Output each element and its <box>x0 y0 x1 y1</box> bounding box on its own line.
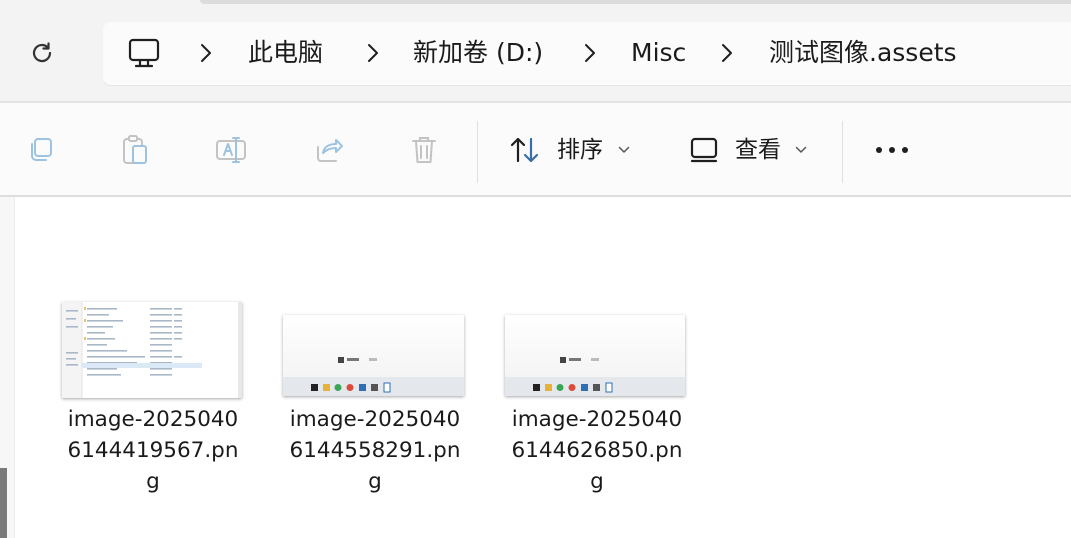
copy-icon <box>31 138 52 161</box>
toolbar-separator <box>842 121 843 183</box>
computer-icon[interactable] <box>127 36 161 70</box>
command-bar: 排序 查看 <box>0 103 1071 195</box>
file-name[interactable]: image-2025040 6144419567.pn g <box>53 404 253 497</box>
sort-icon <box>510 137 539 163</box>
refresh-icon <box>32 42 52 63</box>
breadcrumb-current-folder[interactable]: 测试图像.assets <box>769 36 957 70</box>
chevron-right-icon[interactable] <box>720 42 734 64</box>
file-item[interactable]: image-2025040 6144419567.pn g <box>53 300 253 510</box>
rename-button[interactable] <box>214 133 248 167</box>
more-options-button[interactable] <box>874 133 910 167</box>
more-icon <box>876 147 908 153</box>
paste-icon <box>123 135 147 164</box>
file-item[interactable]: image-2025040 6144626850.pn g <box>497 300 697 510</box>
toolbar-separator <box>477 121 478 183</box>
view-icon-button[interactable] <box>687 133 721 167</box>
chevron-down-icon[interactable] <box>618 146 630 154</box>
file-name-line: g <box>146 469 160 494</box>
file-item[interactable]: image-2025040 6144558291.pn g <box>275 300 475 510</box>
image-thumbnail <box>505 315 685 396</box>
file-name-line: g <box>590 469 604 494</box>
chevron-right-icon[interactable] <box>583 42 597 64</box>
file-name-line: 6144558291.pn <box>289 438 461 463</box>
sort-icon-button[interactable] <box>508 133 542 167</box>
rename-icon <box>216 137 246 163</box>
chevron-right-icon[interactable] <box>199 42 213 64</box>
share-icon <box>317 139 343 162</box>
view-button-label[interactable]: 查看 <box>735 135 781 165</box>
breadcrumb-this-pc[interactable]: 此电脑 <box>248 36 323 70</box>
share-button[interactable] <box>311 133 345 167</box>
paste-button[interactable] <box>118 133 152 167</box>
view-icon <box>690 137 718 163</box>
chevron-right-icon[interactable] <box>366 42 380 64</box>
image-thumbnail <box>62 302 242 398</box>
file-name-line: 6144419567.pn <box>67 438 239 463</box>
file-name-line: 6144626850.pn <box>511 438 683 463</box>
file-name-line: g <box>368 469 382 494</box>
breadcrumb-drive-d[interactable]: 新加卷 (D:) <box>413 36 543 70</box>
delete-button[interactable] <box>407 133 441 167</box>
title-strip <box>200 0 1071 4</box>
file-name[interactable]: image-2025040 6144558291.pn g <box>275 404 475 497</box>
breadcrumb-misc[interactable]: Misc <box>631 36 686 70</box>
sort-button-label[interactable]: 排序 <box>557 135 603 165</box>
file-name-line: image-2025040 <box>289 407 461 432</box>
scrollbar-thumb[interactable] <box>0 468 7 538</box>
copy-button[interactable] <box>23 133 57 167</box>
image-thumbnail <box>283 315 464 396</box>
delete-icon <box>412 137 436 163</box>
refresh-button[interactable] <box>22 33 62 73</box>
file-name-line: image-2025040 <box>67 407 239 432</box>
file-name[interactable]: image-2025040 6144626850.pn g <box>497 404 697 497</box>
chevron-down-icon[interactable] <box>795 146 807 154</box>
file-name-line: image-2025040 <box>511 407 683 432</box>
